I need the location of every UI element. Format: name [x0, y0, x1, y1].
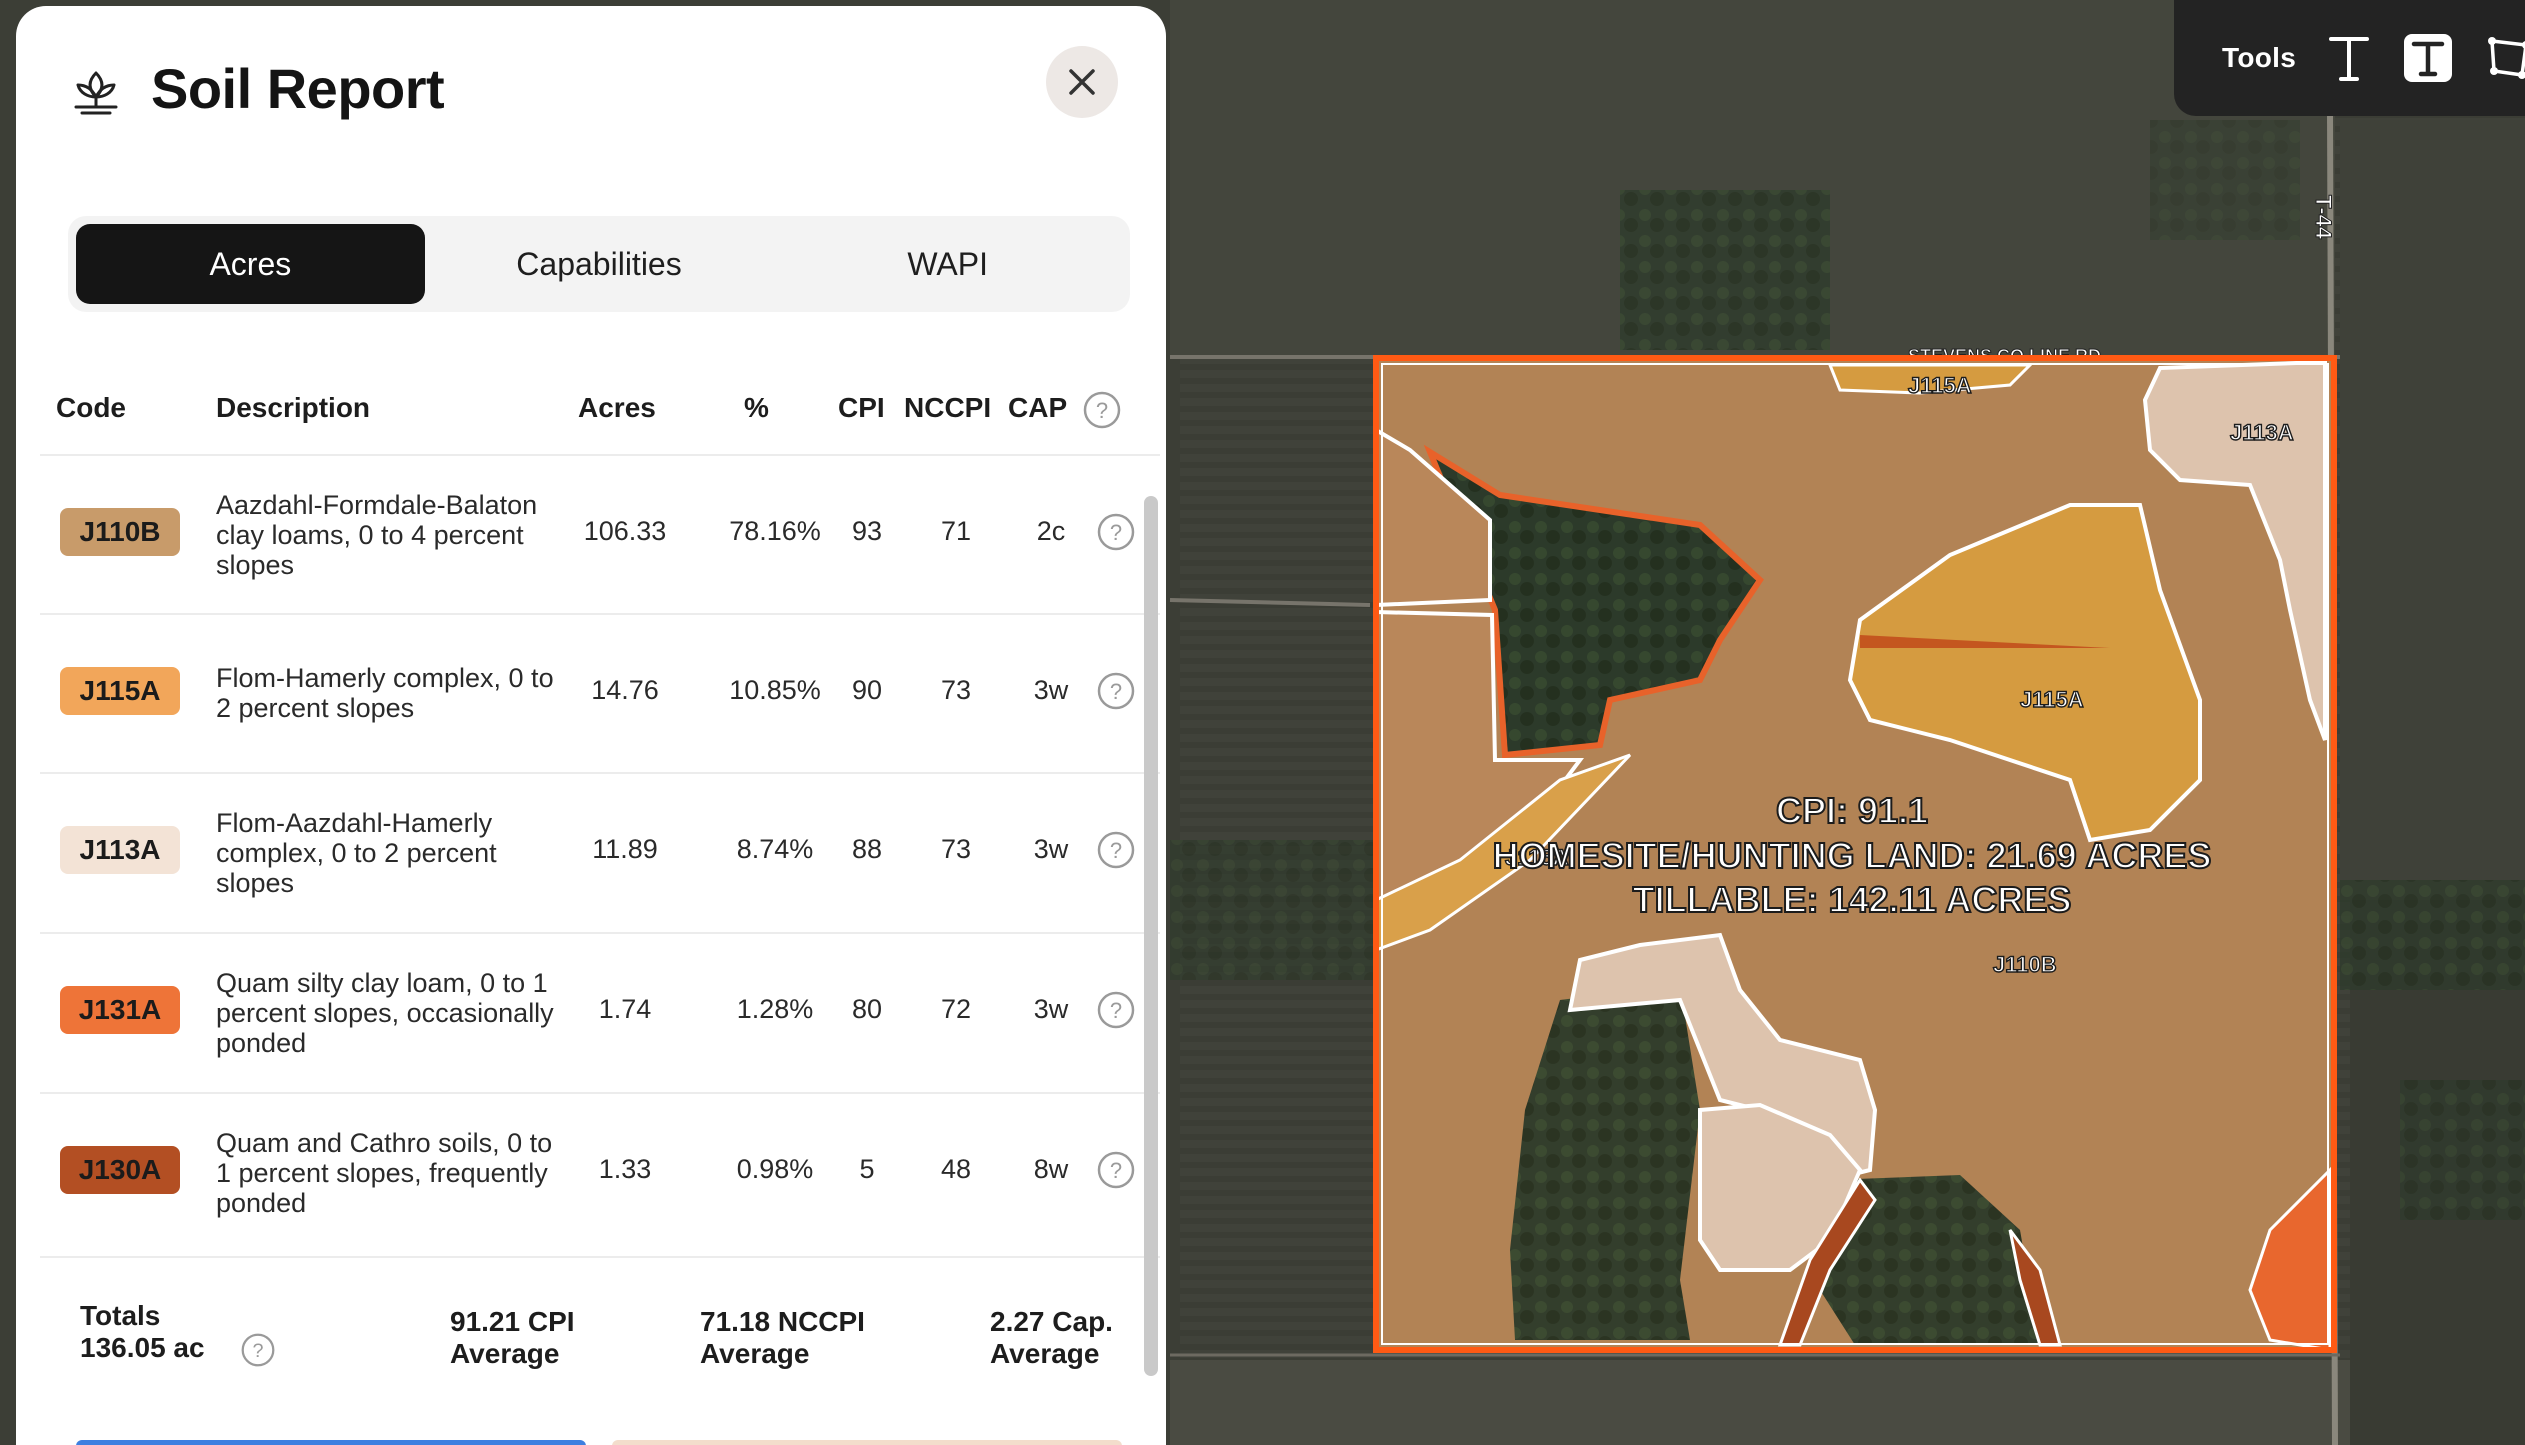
cap-value: 3w [1033, 994, 1069, 1024]
nccpi-value: 48 [940, 1154, 972, 1184]
acres-value: 1.33 [598, 1154, 652, 1184]
soil-code-badge: J130A [60, 1146, 180, 1194]
bottom-action-button-left[interactable] [76, 1440, 586, 1445]
close-icon [1069, 69, 1095, 95]
totals-cap-value: 2.27 Cap. [990, 1306, 1113, 1337]
header-cap: CAP [1008, 392, 1068, 423]
totals-nccpi-value: 71.18 NCCPI [700, 1306, 865, 1337]
help-icon[interactable]: ? [1096, 830, 1136, 870]
zone-label: J113A [2230, 420, 2294, 445]
soil-code-badge: J115A [60, 667, 180, 715]
header-nccpi: NCCPI [904, 392, 992, 423]
percent-value: 8.74% [736, 834, 814, 864]
tools-label: Tools [2222, 42, 2297, 73]
cpi-value: 93 [851, 516, 883, 546]
percent-value: 78.16% [729, 516, 821, 546]
soil-description: Aazdahl-Formdale-Balaton clay loams, 0 t… [216, 490, 538, 580]
tab-capabilities[interactable]: Capabilities [425, 224, 774, 304]
soil-report-panel: Soil Report Acres Capabilities WAPI Code… [16, 6, 1166, 1445]
plant-sprout-icon [74, 71, 118, 115]
map-overlay-cpi: CPI: 91.1 [1776, 790, 1928, 831]
help-icon[interactable]: ? [1082, 390, 1122, 430]
totals-cpi-caption: Average [450, 1338, 560, 1369]
totals-acres: 136.05 ac [80, 1332, 205, 1363]
polygon-tool-icon[interactable] [2484, 30, 2525, 86]
map-overlay-tillable: TILLABLE: 142.11 ACRES [1633, 879, 2072, 920]
cpi-value: 88 [851, 834, 883, 864]
bottom-action-button-right[interactable] [612, 1440, 1122, 1445]
cap-value: 2c [1036, 516, 1066, 546]
acres-value: 14.76 [591, 675, 659, 705]
cap-value: 8w [1033, 1154, 1069, 1184]
svg-text:?: ? [1096, 398, 1108, 423]
table-row[interactable]: J113A Flom-Aazdahl-Hamerly complex, 0 to… [40, 772, 1160, 930]
svg-text:?: ? [1110, 998, 1122, 1023]
soil-code-badge: J131A [60, 986, 180, 1034]
table-row[interactable]: J115A Flom-Hamerly complex, 0 to 2 perce… [40, 613, 1160, 771]
panel-title: Soil Report [151, 57, 445, 120]
svg-text:?: ? [1110, 838, 1122, 863]
totals-label: Totals [80, 1300, 161, 1331]
soil-code-badge: J113A [60, 826, 180, 874]
cpi-value: 5 [859, 1154, 875, 1184]
report-tabs: Acres Capabilities WAPI [68, 216, 1130, 312]
tab-acres[interactable]: Acres [76, 224, 425, 304]
cpi-value: 80 [851, 994, 883, 1024]
acres-value: 11.89 [592, 834, 658, 864]
map-tools-bar: Tools [2174, 0, 2525, 116]
acres-value: 106.33 [583, 516, 667, 546]
zone-label: J110B [1993, 952, 2057, 977]
percent-value: 1.28% [736, 994, 814, 1024]
soil-code-badge: J110B [60, 508, 180, 556]
panel-scrollbar[interactable] [1144, 496, 1158, 1376]
totals-nccpi-caption: Average [700, 1338, 810, 1369]
text-box-tool-icon[interactable] [2402, 30, 2454, 86]
road-label-right: T-44 [2311, 195, 2336, 240]
help-icon[interactable]: ? [1096, 1150, 1136, 1190]
cap-value: 3w [1033, 834, 1069, 864]
table-row[interactable]: J130A Quam and Cathro soils, 0 to 1 perc… [40, 1092, 1160, 1250]
header-acres: Acres [578, 392, 656, 423]
totals-row: Totals 136.05 ac ? 91.21 CPI Average 71.… [40, 1256, 1160, 1416]
soil-description: Flom-Aazdahl-Hamerly complex, 0 to 2 per… [216, 808, 497, 898]
acres-value: 1.74 [598, 994, 652, 1024]
help-icon[interactable]: ? [1096, 990, 1136, 1030]
zone-label: J115A [1908, 373, 1972, 398]
table-row[interactable]: J131A Quam silty clay loam, 0 to 1 perce… [40, 932, 1160, 1090]
cap-value: 3w [1033, 675, 1069, 705]
close-button[interactable] [1046, 46, 1118, 118]
nccpi-value: 71 [940, 516, 972, 546]
nccpi-value: 73 [940, 675, 972, 705]
tab-wapi[interactable]: WAPI [773, 224, 1122, 304]
svg-text:?: ? [1110, 1158, 1122, 1183]
svg-text:?: ? [252, 1340, 263, 1362]
header-description: Description [216, 392, 371, 423]
help-icon[interactable]: ? [1096, 671, 1136, 711]
nccpi-value: 72 [940, 994, 972, 1024]
soil-description: Flom-Hamerly complex, 0 to 2 percent slo… [216, 663, 554, 723]
help-icon[interactable]: ? [240, 1332, 276, 1368]
soil-description: Quam and Cathro soils, 0 to 1 percent sl… [216, 1128, 553, 1218]
header-cpi: CPI [838, 392, 885, 423]
svg-text:?: ? [1110, 520, 1122, 545]
map-overlay-homesite: HOMESITE/HUNTING LAND: 21.69 ACRES [1493, 835, 2212, 876]
text-tool-icon[interactable] [2326, 30, 2372, 86]
soil-description: Quam silty clay loam, 0 to 1 percent slo… [216, 968, 554, 1058]
header-code: Code [56, 392, 126, 423]
totals-cpi-value: 91.21 CPI [450, 1306, 575, 1337]
table-row[interactable]: J110B Aazdahl-Formdale-Balaton clay loam… [40, 454, 1160, 612]
zone-label: J115A [2020, 687, 2084, 712]
percent-value: 10.85% [729, 675, 821, 705]
help-icon[interactable]: ? [1096, 512, 1136, 552]
nccpi-value: 73 [940, 834, 972, 864]
table-header: Code Description Acres % CPI NCCPI CAP ? [16, 376, 1166, 446]
header-percent: % [744, 392, 769, 423]
svg-text:?: ? [1110, 679, 1122, 704]
totals-cap-caption: Average [990, 1338, 1100, 1369]
cpi-value: 90 [851, 675, 883, 705]
percent-value: 0.98% [736, 1154, 814, 1184]
